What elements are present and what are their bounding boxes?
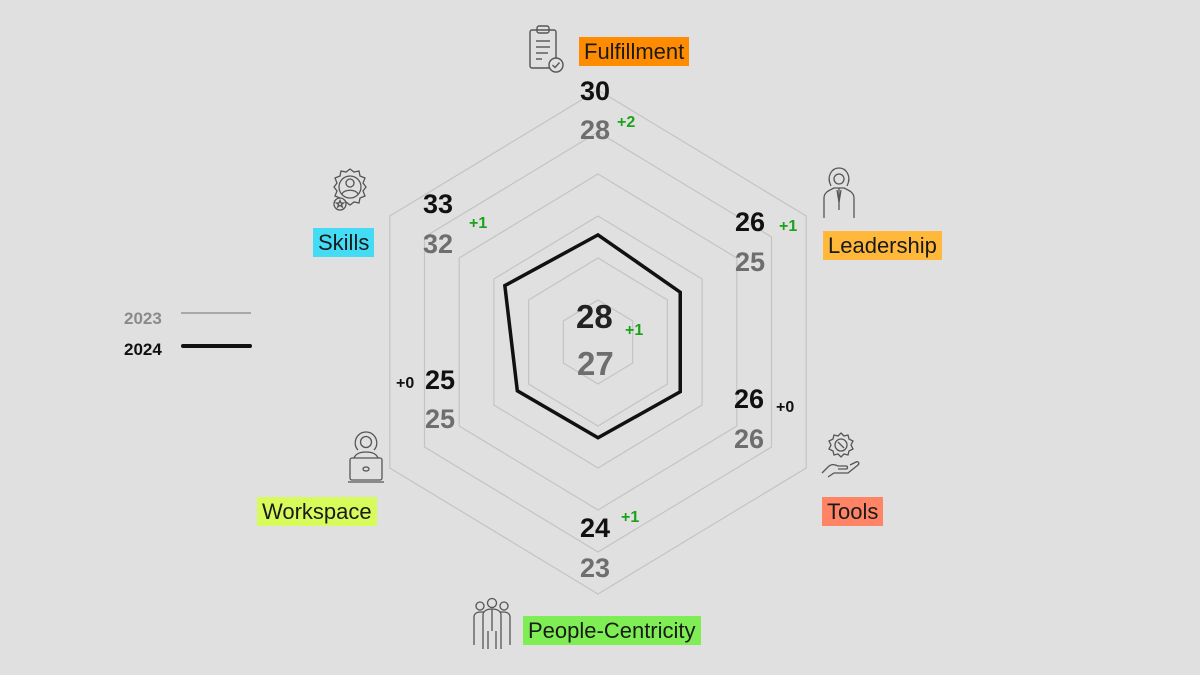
delta-leadership: +1 (779, 218, 798, 235)
axis-label-text: Fulfillment (584, 39, 685, 64)
value-2024-people-centricity: 24 (580, 513, 611, 543)
legend-line-2024 (181, 344, 252, 348)
overall-value-2024: 28 (576, 298, 613, 335)
delta-fulfillment: +2 (617, 114, 636, 131)
axis-label-leadership: Leadership (823, 231, 942, 260)
value-2024-tools: 26 (734, 384, 765, 414)
gear-person-icon (327, 167, 373, 215)
value-2024-workspace: 25 (425, 365, 456, 395)
value-2024-skills: 33 (423, 189, 454, 219)
grid-ring (527, 257, 669, 427)
legend-label-2024: 2024 (124, 340, 162, 359)
axis-label-tools: Tools (822, 497, 884, 526)
series-2024-polygon (502, 232, 682, 440)
grid-ring (493, 215, 703, 469)
delta-people-centricity: +1 (621, 509, 640, 526)
axis-label-text: Tools (827, 499, 879, 524)
value-2023-skills: 32 (423, 229, 454, 259)
gear-hand-icon (820, 431, 862, 481)
value-2023-fulfillment: 28 (580, 115, 611, 145)
leader-person-icon (820, 166, 858, 220)
people-group-icon (472, 597, 512, 651)
value-2023-tools: 26 (734, 424, 765, 454)
legend-label-2023: 2023 (124, 309, 162, 328)
axis-label-text: Leadership (828, 233, 937, 258)
radar-series (502, 232, 682, 440)
value-2023-workspace: 25 (425, 404, 456, 434)
clipboard-check-icon (527, 24, 567, 76)
value-2024-leadership: 26 (735, 207, 766, 237)
axis-label-workspace: Workspace (257, 497, 377, 526)
axis-label-text: Workspace (262, 499, 372, 524)
value-2023-people-centricity: 23 (580, 553, 611, 583)
overall-value-2023: 27 (577, 345, 614, 382)
delta-workspace: +0 (396, 375, 415, 392)
axis-label-text: People-Centricity (528, 618, 696, 643)
value-2024-fulfillment: 30 (580, 76, 611, 106)
grid-ring (423, 131, 773, 553)
person-laptop-icon (346, 430, 386, 486)
grid-ring (458, 173, 738, 511)
axis-label-text: Skills (318, 230, 370, 255)
axis-label-skills: Skills (313, 228, 375, 257)
delta-tools: +0 (776, 399, 795, 416)
legend-line-2023 (181, 312, 251, 314)
axis-label-people-centricity: People-Centricity (523, 616, 701, 645)
delta-skills: +1 (469, 215, 488, 232)
overall-delta: +1 (625, 322, 644, 339)
axis-label-fulfillment: Fulfillment (579, 37, 690, 66)
value-2023-leadership: 25 (735, 247, 766, 277)
